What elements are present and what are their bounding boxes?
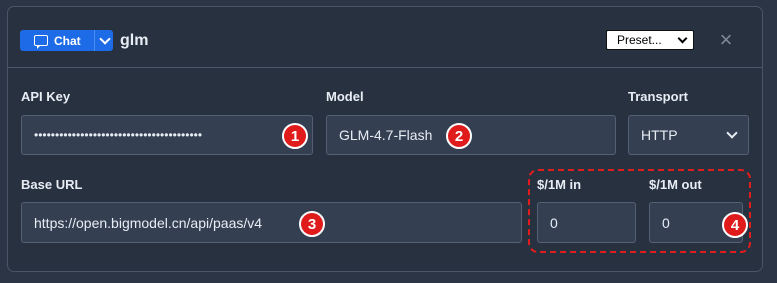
base-url-value: https://open.bigmodel.cn/api/paas/v4 [34, 214, 263, 231]
chat-button-label: Chat [54, 33, 81, 48]
api-key-label: API Key [21, 89, 71, 104]
annotation-badge-1: 1 [282, 123, 308, 149]
transport-label: Transport [628, 89, 688, 104]
model-label: Model [326, 89, 364, 104]
transport-value: HTTP [641, 127, 678, 143]
annotation-badge-2: 2 [446, 123, 472, 149]
base-url-input[interactable]: https://open.bigmodel.cn/api/paas/v4 [21, 202, 522, 243]
provider-name: glm [120, 32, 149, 49]
model-value: GLM-4.7-Flash [339, 127, 433, 143]
annotation-badge-4: 4 [722, 212, 748, 238]
preset-selected-value: Preset... [617, 33, 662, 47]
api-key-value: •••••••••••••••••••••••••••••••••••••••• [34, 128, 203, 142]
header-divider [7, 67, 763, 68]
pricing-highlight-box [528, 169, 751, 253]
base-url-label: Base URL [21, 177, 83, 192]
chat-bubble-icon [34, 35, 48, 49]
api-key-input[interactable]: •••••••••••••••••••••••••••••••••••••••• [21, 115, 313, 155]
chevron-down-icon [677, 33, 688, 43]
chevron-down-icon[interactable] [99, 32, 111, 45]
transport-select[interactable]: HTTP [628, 115, 749, 155]
chat-type-dropdown-button[interactable]: Chat [20, 30, 113, 51]
chevron-down-icon [726, 127, 738, 139]
annotation-badge-3: 3 [299, 211, 325, 237]
preset-select[interactable]: Preset... [606, 30, 694, 50]
close-icon[interactable]: × [716, 29, 736, 51]
chat-button-divider [93, 30, 95, 51]
